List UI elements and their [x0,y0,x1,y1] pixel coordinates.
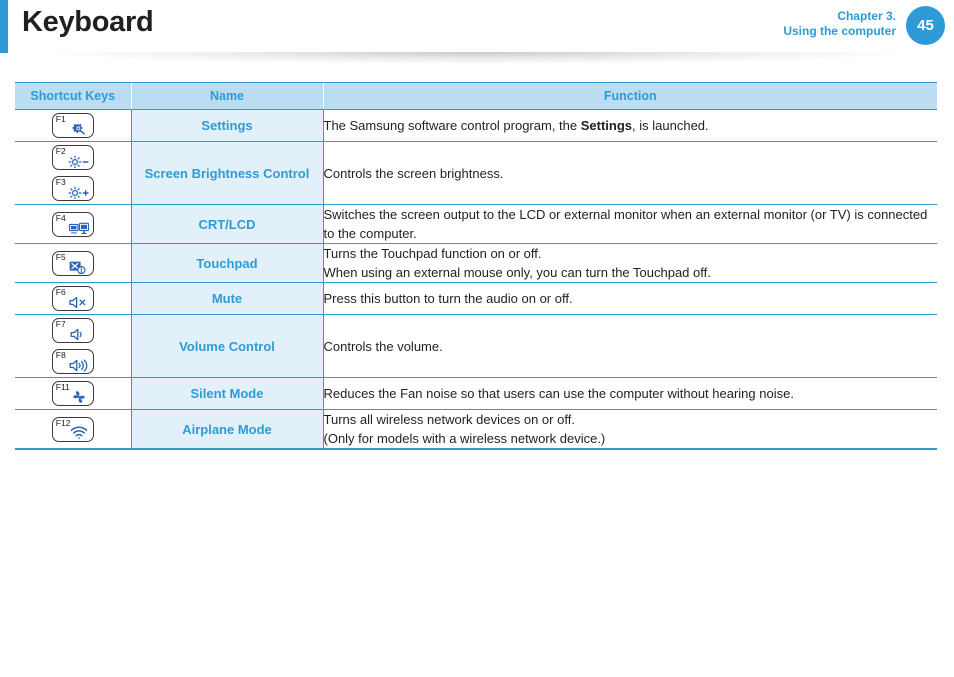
header-accent-bar [0,0,8,53]
keycap-f3[interactable]: F3 [51,176,94,201]
cell-function: Turns the Touchpad function on or off. Wh… [323,243,937,283]
keycap-fn-label: F4 [55,212,66,223]
keycap-f8[interactable]: F8 [51,349,94,374]
cell-name: Mute [130,282,324,315]
table-row: F5 Touchpad Turns the Touchpad function on… [15,243,937,283]
shortcut-keys-table-wrap: Shortcut Keys Name Function F1 Settings Th… [15,82,937,450]
cell-name: Screen Brightness Control [130,141,324,205]
keycap-fn-label: F5 [55,251,66,262]
cell-shortcut-keys: F1 [15,109,131,142]
keycap-f6[interactable]: F6 [51,286,94,311]
volume-down-icon [68,327,90,341]
keycap-fn-label: F7 [55,319,66,329]
cell-function: Press this button to turn the audio on o… [323,282,937,315]
table-header-row: Shortcut Keys Name Function [15,82,937,110]
keycap-stack: F6 [15,283,131,314]
keycap-fn-label: F3 [55,177,66,187]
keycap-f12[interactable]: F12 [51,416,94,442]
table-row: F4 CRT/LCD Switches the screen output to t… [15,204,937,244]
table-row: F6 Mute Press this button to turn the audi… [15,282,937,315]
keycap-stack: F5 [15,248,131,279]
cell-name: CRT/LCD [130,204,324,244]
wifi-icon [68,425,90,440]
page-title: Keyboard [22,6,154,38]
cell-shortcut-keys: F11 [15,377,131,410]
table-row: F12 Airplane Mode Turns all wireless netwo… [15,409,937,450]
external-monitor-icon [68,221,90,235]
table-body: F1 Settings The Samsung software control p… [15,109,937,450]
cell-function: Turns all wireless network devices on or… [323,409,937,450]
cell-shortcut-keys: F12 [15,409,131,450]
touchpad-icon [68,260,90,274]
page-header: Keyboard Chapter 3. Using the computer 4… [0,0,954,68]
chapter-number: Chapter 3. [837,9,896,23]
keycap-stack: F4 [15,209,131,240]
table-row: F1 Settings The Samsung software control p… [15,109,937,142]
keycap-fn-label: F6 [55,287,66,297]
cell-function: Controls the volume. [323,314,937,378]
cell-shortcut-keys: F7 F8 [15,314,131,378]
keycap-f4[interactable]: F4 [51,211,94,237]
mute-speaker-icon [68,295,90,309]
keycap-f7[interactable]: F7 [51,318,94,343]
cell-shortcut-keys: F5 [15,243,131,283]
keycap-stack: F12 [15,414,131,445]
shortcut-keys-table: Shortcut Keys Name Function F1 Settings Th… [15,82,937,450]
column-header-function: Function [322,82,937,110]
keycap-f2[interactable]: F2 [51,145,94,170]
column-header-name: Name [130,82,323,110]
header-shadow [5,52,949,68]
cell-shortcut-keys: F6 [15,282,131,315]
chapter-reference: Chapter 3. Using the computer [783,9,896,39]
table-row: F7 F8 Volume Control Controls the volume. [15,314,937,378]
cell-shortcut-keys: F2 F3 [15,141,131,205]
cell-function: Reduces the Fan noise so that users can … [323,377,937,410]
table-header: Shortcut Keys Name Function [15,82,937,110]
cell-name: Touchpad [130,243,324,283]
table-row: F2 F3 Screen Brightness Control Controls th… [15,141,937,205]
page-number-badge: 45 [906,6,945,45]
keycap-fn-label: F1 [55,114,66,124]
brightness-down-icon [68,154,90,168]
keycap-stack: F2 F3 [15,142,131,204]
cell-shortcut-keys: F4 [15,204,131,244]
settings-gear-icon [68,122,90,136]
keycap-f5[interactable]: F5 [51,250,94,276]
column-header-shortcut-keys: Shortcut Keys [15,82,131,110]
brightness-up-icon [68,185,90,199]
keycap-f11[interactable]: F11 [51,381,94,406]
cell-name: Settings [130,109,324,142]
volume-up-icon [68,358,90,372]
cell-name: Airplane Mode [130,409,324,450]
keycap-stack: F11 [15,378,131,409]
cell-function: The Samsung software control program, th… [323,109,937,142]
keycap-stack: F7 F8 [15,315,131,377]
keycap-f1[interactable]: F1 [51,113,94,138]
cell-name: Volume Control [130,314,324,378]
keycap-fn-label: F2 [55,146,66,156]
cell-function: Switches the screen output to the LCD or… [323,204,937,244]
chapter-name: Using the computer [783,24,896,38]
table-row: F11 Silent Mode Reduces the Fan noise so t… [15,377,937,410]
fan-icon [68,390,90,404]
cell-name: Silent Mode [130,377,324,410]
keycap-fn-label: F8 [55,350,66,360]
keycap-stack: F1 [15,110,131,141]
cell-function: Controls the screen brightness. [323,141,937,205]
